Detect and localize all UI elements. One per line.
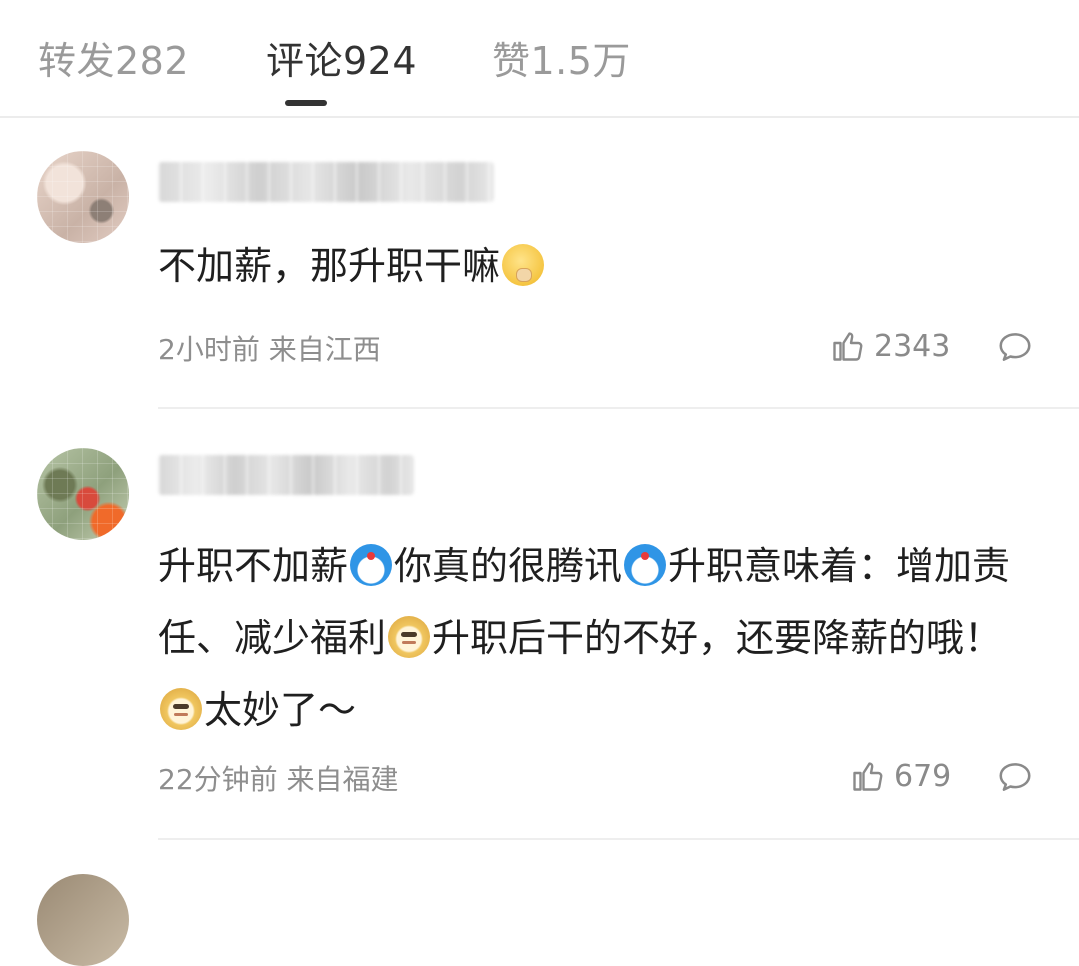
like-count: 679 xyxy=(894,758,952,794)
like-button[interactable]: 679 xyxy=(850,758,951,794)
comment-location: 来自江西 xyxy=(268,333,381,366)
doraemon-emoji-icon xyxy=(624,544,667,586)
username-redacted[interactable] xyxy=(158,162,494,202)
doraemon-emoji-icon xyxy=(350,544,393,586)
tab-comments[interactable]: 评论924 xyxy=(266,30,417,85)
thumbs-up-icon xyxy=(853,762,883,791)
comment-bubble-icon[interactable] xyxy=(996,758,1034,796)
comment-time: 2小时前 xyxy=(158,333,260,366)
active-tab-indicator xyxy=(285,100,327,106)
avatar[interactable] xyxy=(37,874,129,966)
comment-time: 22分钟前 xyxy=(158,763,278,796)
comment-text-segment: 你真的很腾讯 xyxy=(394,544,623,588)
avatar[interactable] xyxy=(37,151,129,243)
comment-location: 来自福建 xyxy=(286,763,399,796)
comment-text-segment: 升职不加薪 xyxy=(158,544,349,588)
comment-meta: 2小时前 来自江西 xyxy=(158,328,381,368)
comment-tabs: 转发282 评论924 赞1.5万 xyxy=(0,0,1079,118)
tab-reposts[interactable]: 转发282 xyxy=(38,30,189,85)
comment-text: 不加薪，那升职干嘛 xyxy=(158,230,1038,302)
avatar[interactable] xyxy=(37,448,129,540)
like-button[interactable]: 2343 xyxy=(830,328,950,364)
like-count: 2343 xyxy=(874,328,951,364)
tab-likes[interactable]: 赞1.5万 xyxy=(492,30,631,85)
comment-text-segment: 太妙了～ xyxy=(204,688,357,732)
comment-bubble-icon[interactable] xyxy=(996,328,1034,366)
doge-emoji-icon xyxy=(388,616,431,658)
shush-face-emoji-icon xyxy=(502,244,545,286)
thumbs-up-icon xyxy=(833,332,863,361)
comment-divider xyxy=(158,838,1079,840)
comment-text-segment: 升职后干的不好，还要降薪的哦！ xyxy=(432,616,1003,660)
username-redacted[interactable] xyxy=(158,455,414,495)
comment-meta: 22分钟前 来自福建 xyxy=(158,758,399,798)
comment-text-segment: 不加薪，那升职干嘛 xyxy=(158,244,501,288)
comment-divider xyxy=(158,407,1079,409)
comment-text: 升职不加薪 你真的很腾讯 升职意味着：增加责任、减少福利 升职后干的不好，还要降薪的哦… xyxy=(158,530,1028,746)
doge-emoji-icon xyxy=(160,688,202,730)
